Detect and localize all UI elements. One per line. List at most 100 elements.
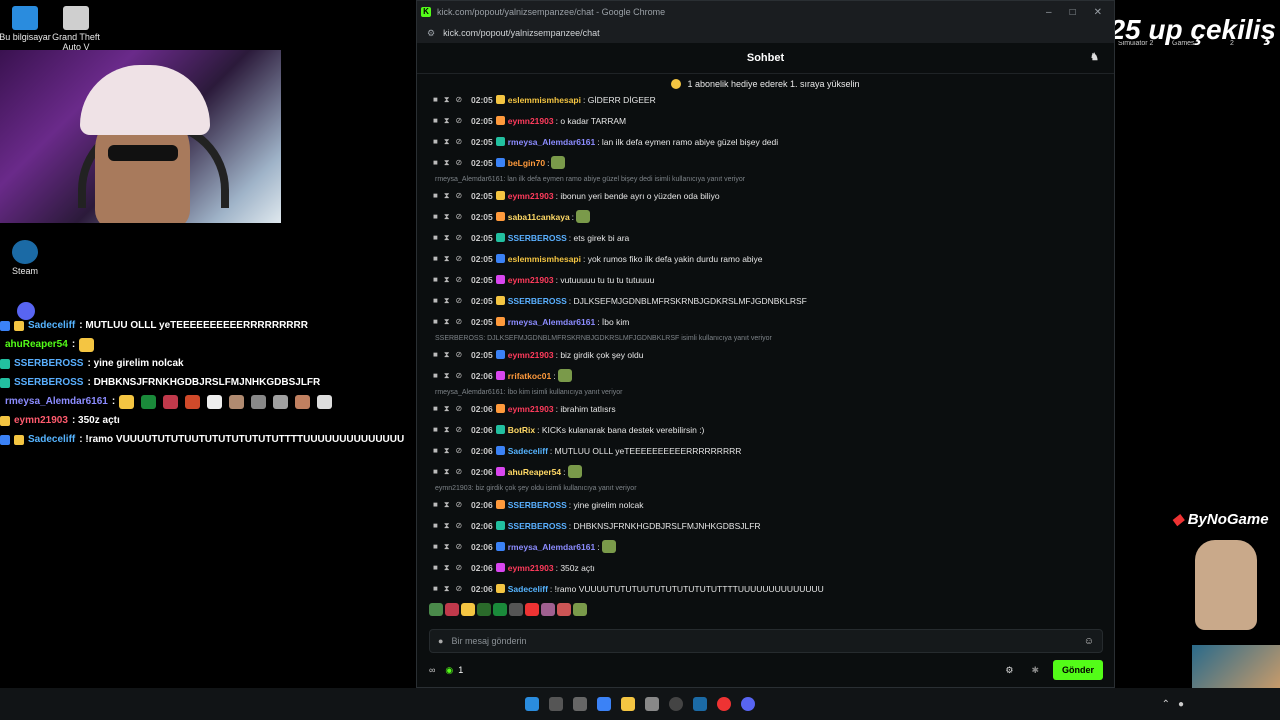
close-icon[interactable]: ✕ — [1094, 7, 1102, 18]
address-bar[interactable]: ⚙ kick.com/popout/yalnizsempanzee/chat — [417, 23, 1114, 43]
timeout-icon[interactable]: ⧗ — [444, 296, 450, 306]
ban-icon[interactable]: ⊘ — [455, 191, 462, 201]
chat-username[interactable]: beLgin70 — [508, 158, 545, 168]
maximize-icon[interactable]: □ — [1070, 7, 1076, 18]
ban-icon[interactable]: ⊘ — [455, 158, 462, 168]
discord-taskbar-icon[interactable] — [741, 697, 755, 711]
timeout-icon[interactable]: ⧗ — [444, 317, 450, 327]
taskbar-app-icon[interactable] — [645, 697, 659, 711]
chat-username[interactable]: eymn21903 — [508, 275, 554, 285]
timeout-icon[interactable]: ⧗ — [444, 137, 450, 147]
chat-username[interactable]: rmeysa_Alemdar6161 — [508, 317, 595, 327]
widgets-icon[interactable] — [597, 697, 611, 711]
timeout-icon[interactable]: ⧗ — [444, 467, 450, 477]
delete-icon[interactable]: ■ — [433, 584, 438, 594]
chat-username[interactable]: ahuReaper54 — [508, 467, 561, 477]
timeout-icon[interactable]: ⧗ — [444, 275, 450, 285]
timeout-icon[interactable]: ⧗ — [444, 584, 450, 594]
timeout-icon[interactable]: ⧗ — [444, 254, 450, 264]
chat-username[interactable]: SSERBEROSS — [508, 233, 567, 243]
timeout-icon[interactable]: ⧗ — [444, 212, 450, 222]
emote-icon[interactable] — [429, 603, 443, 616]
chat-username[interactable]: saba11cankaya — [508, 212, 570, 222]
chat-username[interactable]: eymn21903 — [508, 350, 554, 360]
timeout-icon[interactable]: ⧗ — [444, 500, 450, 510]
ban-icon[interactable]: ⊘ — [455, 317, 462, 327]
delete-icon[interactable]: ■ — [433, 95, 438, 105]
file-explorer-icon[interactable] — [621, 697, 635, 711]
windows-start-icon[interactable] — [525, 697, 539, 711]
chat-username[interactable]: eymn21903 — [508, 404, 554, 414]
timeout-icon[interactable]: ⧗ — [444, 191, 450, 201]
microphone-icon[interactable]: ● — [1178, 699, 1184, 710]
ban-icon[interactable]: ⊘ — [455, 404, 462, 414]
chat-username[interactable]: eymn21903 — [508, 191, 554, 201]
timeout-icon[interactable]: ⧗ — [444, 521, 450, 531]
timeout-icon[interactable]: ⧗ — [444, 563, 450, 573]
chat-username[interactable]: BotRix — [508, 425, 535, 435]
tray-chevron-icon[interactable]: ⌃ — [1162, 699, 1170, 710]
delete-icon[interactable]: ■ — [433, 500, 438, 510]
search-icon[interactable] — [549, 697, 563, 711]
delete-icon[interactable]: ■ — [433, 446, 438, 456]
emoji-icon[interactable]: ☺ — [1084, 636, 1094, 647]
timeout-icon[interactable]: ⧗ — [444, 371, 450, 381]
obs-icon[interactable] — [669, 697, 683, 711]
ban-icon[interactable]: ⊘ — [455, 137, 462, 147]
rewards-icon[interactable]: ✱ — [1031, 665, 1039, 676]
ban-icon[interactable]: ⊘ — [455, 116, 462, 126]
ban-icon[interactable]: ⊘ — [455, 371, 462, 381]
ban-icon[interactable]: ⊘ — [455, 542, 462, 552]
timeout-icon[interactable]: ⧗ — [444, 446, 450, 456]
ban-icon[interactable]: ⊘ — [455, 521, 462, 531]
url-text[interactable]: kick.com/popout/yalnizsempanzee/chat — [443, 28, 600, 38]
gift-icon[interactable]: ● — [438, 636, 443, 646]
emote-icon[interactable] — [445, 603, 459, 616]
timeout-icon[interactable]: ⧗ — [444, 95, 450, 105]
delete-icon[interactable]: ■ — [433, 371, 438, 381]
link-icon[interactable]: ∞ — [429, 665, 435, 675]
ban-icon[interactable]: ⊘ — [455, 467, 462, 477]
emote-icon[interactable] — [557, 603, 571, 616]
timeout-icon[interactable]: ⧗ — [444, 233, 450, 243]
delete-icon[interactable]: ■ — [433, 521, 438, 531]
emote-icon[interactable] — [477, 603, 491, 616]
steam-taskbar-icon[interactable] — [693, 697, 707, 711]
chat-username[interactable]: rrifatkoc01 — [508, 371, 551, 381]
settings-icon[interactable]: ⚙ — [1005, 665, 1013, 676]
chat-username[interactable]: eslemmismhesapi — [508, 95, 581, 105]
delete-icon[interactable]: ■ — [433, 275, 438, 285]
delete-icon[interactable]: ■ — [433, 317, 438, 327]
delete-icon[interactable]: ■ — [433, 212, 438, 222]
ban-icon[interactable]: ⊘ — [455, 212, 462, 222]
minimize-icon[interactable]: – — [1046, 7, 1052, 18]
site-info-icon[interactable]: ⚙ — [427, 28, 435, 39]
ban-icon[interactable]: ⊘ — [455, 584, 462, 594]
delete-icon[interactable]: ■ — [433, 563, 438, 573]
chat-username[interactable]: eslemmismhesapi — [508, 254, 581, 264]
ban-icon[interactable]: ⊘ — [455, 425, 462, 435]
chat-username[interactable]: rmeysa_Alemdar6161 — [508, 137, 595, 147]
chat-username[interactable]: rmeysa_Alemdar6161 — [508, 542, 595, 552]
chat-username[interactable]: Sadeceliff — [508, 584, 548, 594]
emote-icon[interactable] — [525, 603, 539, 616]
chat-username[interactable]: SSERBEROSS — [508, 296, 567, 306]
chat-username[interactable]: SSERBEROSS — [508, 521, 567, 531]
emote-icon[interactable] — [509, 603, 523, 616]
emote-icon[interactable] — [573, 603, 587, 616]
users-icon[interactable]: ♞ — [1090, 52, 1102, 64]
delete-icon[interactable]: ■ — [433, 158, 438, 168]
chat-username[interactable]: SSERBEROSS — [508, 500, 567, 510]
delete-icon[interactable]: ■ — [433, 191, 438, 201]
ban-icon[interactable]: ⊘ — [455, 95, 462, 105]
ban-icon[interactable]: ⊘ — [455, 254, 462, 264]
send-button[interactable]: Gönder — [1052, 660, 1103, 680]
emote-icon[interactable] — [493, 603, 507, 616]
delete-icon[interactable]: ■ — [433, 137, 438, 147]
delete-icon[interactable]: ■ — [433, 467, 438, 477]
ban-icon[interactable]: ⊘ — [455, 563, 462, 573]
desktop-icon-steam[interactable]: Steam — [0, 240, 57, 276]
timeout-icon[interactable]: ⧗ — [444, 425, 450, 435]
emote-icon[interactable] — [461, 603, 475, 616]
delete-icon[interactable]: ■ — [433, 116, 438, 126]
